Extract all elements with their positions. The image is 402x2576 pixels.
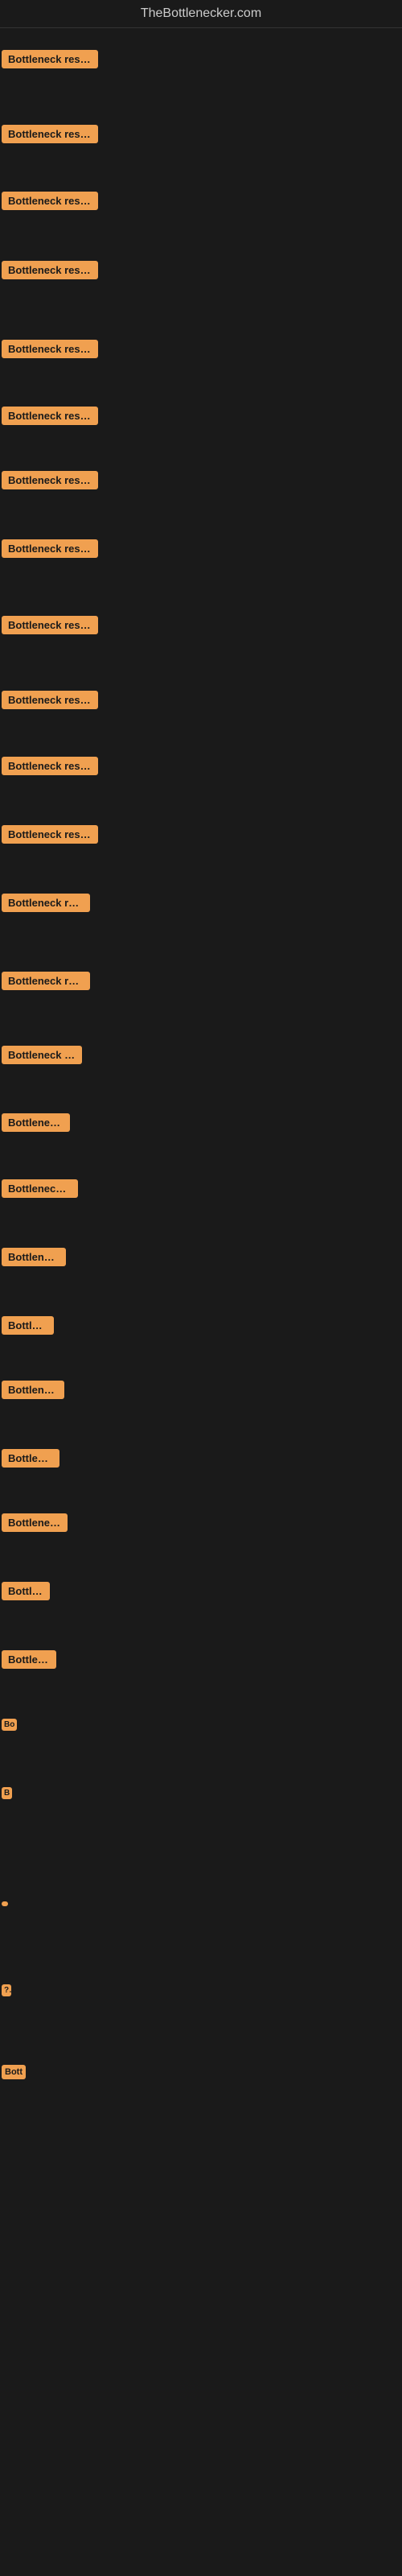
- list-item: Bo: [2, 1719, 17, 1735]
- list-item: Bottleneck r: [2, 1381, 64, 1403]
- list-item: Bottleneck: [2, 1650, 56, 1673]
- list-item: ?: [2, 1984, 11, 2000]
- list-item: Bottleneck result: [2, 407, 98, 429]
- site-title: TheBottlenecker.com: [141, 0, 261, 27]
- list-item: Bottleneck re: [2, 1113, 70, 1136]
- list-item: Bottleneck result: [2, 1179, 78, 1202]
- list-item: Bottleneck re: [2, 1513, 68, 1536]
- list-item: Bottleneck r: [2, 1248, 66, 1270]
- list-item: Bottleneck result: [2, 757, 98, 779]
- list-item: [2, 1896, 8, 1910]
- list-item: Bottleneck result: [2, 261, 98, 283]
- list-item: Bottleneck result: [2, 616, 98, 638]
- list-item: Bottleneck result: [2, 825, 98, 848]
- site-title-container: TheBottlenecker.com: [0, 0, 402, 28]
- list-item: Bottleneck result: [2, 125, 98, 147]
- results-container: Bottleneck result Bottleneck result Bottle…: [0, 28, 402, 2524]
- list-item: Bottlene: [2, 1582, 50, 1604]
- list-item: Bottleneck result: [2, 972, 90, 994]
- list-item: Bottlene: [2, 1316, 54, 1339]
- list-item: Bottleneck result: [2, 894, 90, 916]
- list-item: Bottleneck result: [2, 192, 98, 214]
- list-item: Bottleneck: [2, 1449, 59, 1472]
- list-item: B: [2, 1787, 12, 1803]
- list-item: Bottleneck result: [2, 471, 98, 493]
- list-item: Bottleneck result: [2, 691, 98, 713]
- list-item: Bottleneck result: [2, 340, 98, 362]
- list-item: Bottleneck result: [2, 1046, 82, 1068]
- list-item: Bottleneck result: [2, 50, 98, 72]
- list-item: Bottleneck result: [2, 539, 98, 562]
- list-item: Bott: [2, 2065, 26, 2083]
